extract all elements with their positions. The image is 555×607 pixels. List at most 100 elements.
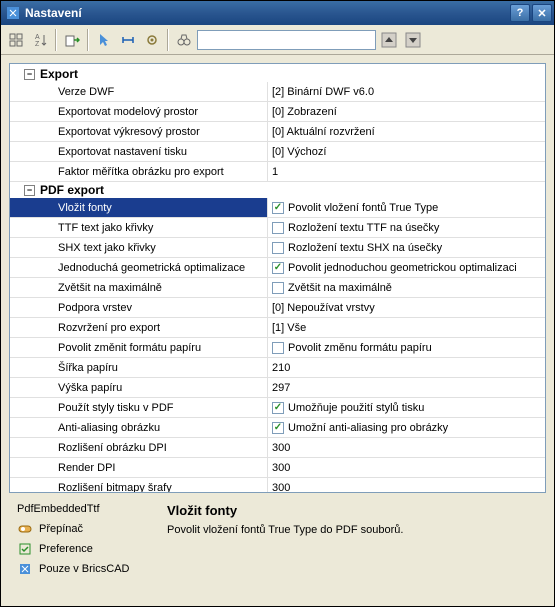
- property-row[interactable]: Šířka papíru210: [10, 358, 545, 378]
- property-value[interactable]: ✓Povolit vložení fontů True Type: [268, 198, 545, 218]
- bricscad-icon: [17, 561, 33, 577]
- property-row[interactable]: Faktor měřítka obrázku pro export1: [10, 162, 545, 182]
- toolbar-separator: [55, 29, 57, 51]
- property-label: Výška papíru: [10, 378, 268, 398]
- checkbox[interactable]: ✓: [272, 422, 284, 434]
- property-row[interactable]: Anti-aliasing obrázku✓Umožní anti-aliasi…: [10, 418, 545, 438]
- toolbar-separator: [167, 29, 169, 51]
- checkbox-label: Zvětšit na maximálně: [288, 282, 392, 294]
- property-row[interactable]: TTF text jako křivkyRozložení textu TTF …: [10, 218, 545, 238]
- property-value[interactable]: [0] Výchozí: [268, 142, 545, 162]
- property-row[interactable]: Povolit změnit formátu papíruPovolit změ…: [10, 338, 545, 358]
- property-value[interactable]: ✓ Umožní anti-aliasing pro obrázky: [268, 418, 545, 438]
- property-row[interactable]: Exportovat výkresový prostor[0] Aktuální…: [10, 122, 545, 142]
- binoculars-icon[interactable]: [173, 29, 195, 51]
- property-label: Render DPI: [10, 458, 268, 478]
- titlebar: Nastavení ? ✕: [1, 1, 554, 25]
- property-row[interactable]: Rozlišení bitmapy šrafy300: [10, 478, 545, 493]
- property-row[interactable]: Rozlišení obrázku DPI300: [10, 438, 545, 458]
- property-value[interactable]: 1: [268, 162, 545, 182]
- checkbox[interactable]: ✓: [272, 262, 284, 274]
- collapse-icon[interactable]: −: [24, 185, 35, 196]
- property-label: Rozlišení bitmapy šrafy: [10, 478, 268, 493]
- property-label: Zvětšit na maximálně: [10, 278, 268, 298]
- property-value[interactable]: [1] Vše: [268, 318, 545, 338]
- down-arrow-icon[interactable]: [402, 29, 424, 51]
- checkbox[interactable]: [272, 242, 284, 254]
- meta-label: Preference: [39, 543, 93, 555]
- toolbar: AZ: [1, 25, 554, 55]
- info-description: Povolit vložení fontů True Type do PDF s…: [167, 524, 538, 536]
- checkbox-label: Povolit jednoduchou geometrickou optimal…: [288, 262, 517, 274]
- property-value[interactable]: [0] Nepoužívat vrstvy: [268, 298, 545, 318]
- group-label: Export: [40, 67, 78, 81]
- meta-label: Pouze v BricsCAD: [39, 563, 129, 575]
- property-row[interactable]: Výška papíru297: [10, 378, 545, 398]
- group-label: PDF export: [40, 183, 104, 197]
- property-row[interactable]: Použít styly tisku v PDF✓Umožňuje použit…: [10, 398, 545, 418]
- checkbox[interactable]: [272, 222, 284, 234]
- property-label: Verze DWF: [10, 82, 268, 102]
- property-row[interactable]: Vložit fonty✓Povolit vložení fontů True …: [10, 198, 545, 218]
- property-row[interactable]: Exportovat nastavení tisku[0] Výchozí: [10, 142, 545, 162]
- property-row[interactable]: Render DPI300: [10, 458, 545, 478]
- property-value[interactable]: Povolit změnu formátu papíru: [268, 338, 545, 358]
- gear-icon[interactable]: [141, 29, 163, 51]
- settings-window: Nastavení ? ✕ AZ − Export Verze DWF[2] B…: [0, 0, 555, 607]
- property-row[interactable]: Exportovat modelový prostor[0] Zobrazení: [10, 102, 545, 122]
- property-row[interactable]: SHX text jako křivky Rozložení textu SHX …: [10, 238, 545, 258]
- property-value[interactable]: 210: [268, 358, 545, 378]
- property-value[interactable]: 300: [268, 458, 545, 478]
- property-label: Faktor měřítka obrázku pro export: [10, 162, 268, 182]
- close-button[interactable]: ✕: [532, 4, 552, 22]
- checkbox-label: Umožní anti-aliasing pro obrázky: [288, 422, 448, 434]
- property-label: Rozvržení pro export: [10, 318, 268, 338]
- categorized-icon[interactable]: [5, 29, 27, 51]
- group-export[interactable]: − Export: [10, 66, 545, 82]
- checkbox-label: Rozložení textu SHX na úsečky: [288, 242, 442, 254]
- alphabetical-icon[interactable]: AZ: [29, 29, 51, 51]
- meta-label: Přepínač: [39, 523, 83, 535]
- property-value[interactable]: Rozložení textu TTF na úsečky: [268, 218, 545, 238]
- checkbox[interactable]: [272, 282, 284, 294]
- property-row[interactable]: Verze DWF[2] Binární DWF v6.0: [10, 82, 545, 102]
- property-value[interactable]: [0] Aktuální rozvržení: [268, 122, 545, 142]
- up-arrow-icon[interactable]: [378, 29, 400, 51]
- property-value[interactable]: ✓ Umožňuje použití stylů tisku: [268, 398, 545, 418]
- property-row[interactable]: Podpora vrstev[0] Nepoužívat vrstvy: [10, 298, 545, 318]
- cursor-icon[interactable]: [93, 29, 115, 51]
- content-area: − Export Verze DWF[2] Binární DWF v6.0Ex…: [1, 55, 554, 606]
- checkbox[interactable]: ✓: [272, 202, 284, 214]
- checkbox[interactable]: ✓: [272, 402, 284, 414]
- property-value[interactable]: 300: [268, 478, 545, 493]
- property-value[interactable]: Zvětšit na maximálně: [268, 278, 545, 298]
- search-input[interactable]: [197, 30, 376, 50]
- preference-icon: [17, 541, 33, 557]
- property-label: Exportovat modelový prostor: [10, 102, 268, 122]
- checkbox-label: Umožňuje použití stylů tisku: [288, 402, 424, 414]
- property-value[interactable]: 300: [268, 438, 545, 458]
- property-row[interactable]: Rozvržení pro export[1] Vše: [10, 318, 545, 338]
- property-label: SHX text jako křivky: [10, 238, 268, 258]
- property-row[interactable]: Zvětšit na maximálně Zvětšit na maximálně: [10, 278, 545, 298]
- checkbox-label: Rozložení textu TTF na úsečky: [288, 222, 439, 234]
- property-value[interactable]: [2] Binární DWF v6.0: [268, 82, 545, 102]
- property-value[interactable]: ✓ Povolit jednoduchou geometrickou optima…: [268, 258, 545, 278]
- property-value[interactable]: Rozložení textu SHX na úsečky: [268, 238, 545, 258]
- property-value[interactable]: [0] Zobrazení: [268, 102, 545, 122]
- checkbox-label: Povolit změnu formátu papíru: [288, 342, 432, 354]
- property-value[interactable]: 297: [268, 378, 545, 398]
- group-pdf-export[interactable]: − PDF export: [10, 182, 545, 198]
- property-label: Vložit fonty: [10, 198, 268, 218]
- collapse-icon[interactable]: −: [24, 69, 35, 80]
- toolbar-separator: [87, 29, 89, 51]
- width-icon[interactable]: [117, 29, 139, 51]
- property-tree[interactable]: − Export Verze DWF[2] Binární DWF v6.0Ex…: [9, 63, 546, 493]
- info-heading: Vložit fonty: [167, 503, 538, 518]
- app-icon: [5, 5, 21, 21]
- help-button[interactable]: ?: [510, 4, 530, 22]
- export-icon[interactable]: [61, 29, 83, 51]
- checkbox[interactable]: [272, 342, 284, 354]
- info-panel: PdfEmbeddedTtf Přepínač Preference Pouze…: [9, 493, 546, 598]
- property-row[interactable]: Jednoduchá geometrická optimalizace✓Povo…: [10, 258, 545, 278]
